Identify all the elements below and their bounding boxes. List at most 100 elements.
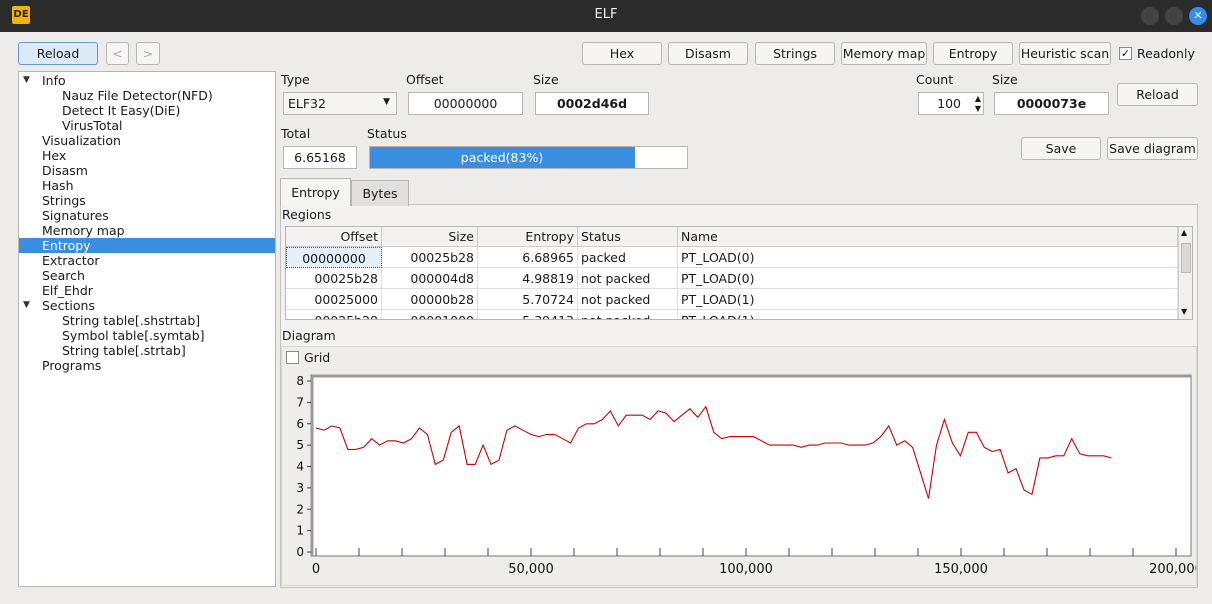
tree-item[interactable]: Memory map (19, 223, 275, 238)
table-cell[interactable]: 00000000 (286, 247, 382, 268)
table-cell[interactable]: 000004d8 (382, 268, 478, 289)
forward-button[interactable]: > (136, 42, 160, 65)
title-bar[interactable]: DE ELF ✕ (0, 0, 1212, 32)
scroll-up-icon[interactable]: ▲ (1181, 228, 1187, 237)
table-cell[interactable]: 00025b28 (286, 268, 382, 289)
offset-field[interactable]: 00000000 (408, 92, 523, 115)
table-scrollbar[interactable]: ▲ ▼ (1178, 227, 1192, 319)
chevron-down-icon: ▼ (383, 97, 390, 107)
tree-item[interactable]: String table[.strtab] (19, 343, 275, 358)
size2-field[interactable]: 0000073e (994, 92, 1109, 115)
col-name[interactable]: Name (678, 227, 1178, 247)
expand-arrow-icon[interactable]: ▼ (23, 73, 30, 88)
tree-item-label: Sections (42, 298, 95, 313)
x-tick-label: 50,000 (508, 562, 554, 577)
tree-item[interactable]: Extractor (19, 253, 275, 268)
diagram-panel: Grid 0 1 2 3 4 5 6 7 8 0 50,000 100,000 150,000 200,0… (281, 346, 1197, 586)
tree-item[interactable]: Programs (19, 358, 275, 373)
tree-item[interactable]: Visualization (19, 133, 275, 148)
entropy-reload-button[interactable]: Reload (1117, 83, 1198, 106)
count-spinbox[interactable]: 100 ▲ ▼ (918, 92, 984, 115)
back-button[interactable]: < (106, 42, 129, 65)
size-field[interactable]: 0002d46d (535, 92, 649, 115)
strings-button[interactable]: Strings (755, 42, 835, 65)
table-cell[interactable]: 00025b28 (286, 310, 382, 319)
maximize-button[interactable] (1165, 7, 1183, 25)
table-cell[interactable]: 5.70724 (478, 289, 578, 310)
tree-item-label: Entropy (42, 238, 91, 253)
memory-map-button[interactable]: Memory map (841, 42, 927, 65)
count-value: 100 (937, 96, 961, 111)
readonly-checkbox[interactable]: ✓ (1119, 47, 1132, 60)
table-cell[interactable]: 00025b28 (382, 247, 478, 268)
entropy-button[interactable]: Entropy (933, 42, 1013, 65)
save-diagram-button[interactable]: Save diagram (1107, 137, 1198, 160)
save-button[interactable]: Save (1021, 137, 1101, 160)
type-select[interactable]: ELF32 ▼ (283, 92, 397, 115)
table-cell[interactable]: not packed (578, 268, 678, 289)
spin-down-icon[interactable]: ▼ (975, 104, 981, 113)
x-tick-label: 200,000 (1149, 562, 1196, 577)
tree-item-label: Disasm (42, 163, 88, 178)
hex-button[interactable]: Hex (582, 42, 662, 65)
navigation-tree: ▼ Info Nauz File Detector(NFD) Detect It Ea… (18, 71, 276, 587)
tree-item[interactable]: Entropy (19, 238, 275, 253)
tree-item[interactable]: ▼ Sections (19, 298, 275, 313)
tree-item[interactable]: Hash (19, 178, 275, 193)
close-button[interactable]: ✕ (1189, 7, 1207, 25)
regions-table[interactable]: Offset Size Entropy Status Name 00000000… (285, 226, 1193, 320)
table-cell[interactable]: 6.68965 (478, 247, 578, 268)
table-cell[interactable]: 00025000 (286, 289, 382, 310)
col-status[interactable]: Status (578, 227, 678, 247)
table-cell[interactable]: 00001000 (382, 310, 478, 319)
col-entropy[interactable]: Entropy (478, 227, 578, 247)
minimize-button[interactable] (1141, 7, 1159, 25)
plot-area (310, 374, 1192, 557)
count-label: Count (916, 72, 954, 87)
tab-entropy[interactable]: Entropy (280, 178, 351, 206)
tree-item[interactable]: Disasm (19, 163, 275, 178)
disasm-button[interactable]: Disasm (668, 42, 748, 65)
tree-item[interactable]: Strings (19, 193, 275, 208)
table-cell[interactable]: not packed (578, 310, 678, 319)
spin-up-icon[interactable]: ▲ (975, 94, 981, 103)
table-cell[interactable]: packed (578, 247, 678, 268)
table-cell[interactable]: 5.39413 (478, 310, 578, 319)
x-tick-label: 150,000 (934, 562, 988, 577)
tree-item[interactable]: Hex (19, 148, 275, 163)
tree-item-label: Strings (42, 193, 86, 208)
table-cell[interactable]: PT_LOAD(0) (678, 268, 1178, 289)
tree-item[interactable]: VirusTotal (19, 118, 275, 133)
heuristic-scan-button[interactable]: Heuristic scan (1019, 42, 1111, 65)
tree-item-label: Programs (42, 358, 102, 373)
tree-item-label: VirusTotal (62, 118, 123, 133)
table-cell[interactable]: PT_LOAD(1) (678, 289, 1178, 310)
tree-item[interactable]: Signatures (19, 208, 275, 223)
scroll-thumb[interactable] (1181, 243, 1191, 273)
col-offset[interactable]: Offset (286, 227, 382, 247)
tree-item[interactable]: Nauz File Detector(NFD) (19, 88, 275, 103)
tree-item[interactable]: Detect It Easy(DiE) (19, 103, 275, 118)
tree-item-label: Symbol table[.symtab] (62, 328, 205, 343)
expand-arrow-icon[interactable]: ▼ (23, 298, 30, 313)
col-size[interactable]: Size (382, 227, 478, 247)
tree-item[interactable]: String table[.shstrtab] (19, 313, 275, 328)
tree-item[interactable]: ▼ Info (19, 73, 275, 88)
table-cell[interactable]: 00000b28 (382, 289, 478, 310)
tree-item[interactable]: Symbol table[.symtab] (19, 328, 275, 343)
tree-item[interactable]: Search (19, 268, 275, 283)
scroll-down-icon[interactable]: ▼ (1181, 307, 1187, 316)
y-tick-label: 4 (296, 460, 304, 474)
table-cell[interactable]: PT_LOAD(0) (678, 247, 1178, 268)
table-cell[interactable]: not packed (578, 289, 678, 310)
progress-text: packed(83%) (460, 150, 544, 165)
table-cell[interactable]: PT_LOAD(1) (678, 310, 1178, 319)
size2-label: Size (992, 72, 1018, 87)
table-cell[interactable]: 4.98819 (478, 268, 578, 289)
reload-button[interactable]: Reload (18, 42, 98, 65)
tree-item[interactable]: Elf_Ehdr (19, 283, 275, 298)
total-field[interactable]: 6.65168 (283, 146, 357, 169)
tab-bytes[interactable]: Bytes (351, 180, 409, 206)
x-tick-label: 100,000 (719, 562, 773, 577)
size-label: Size (533, 72, 559, 87)
